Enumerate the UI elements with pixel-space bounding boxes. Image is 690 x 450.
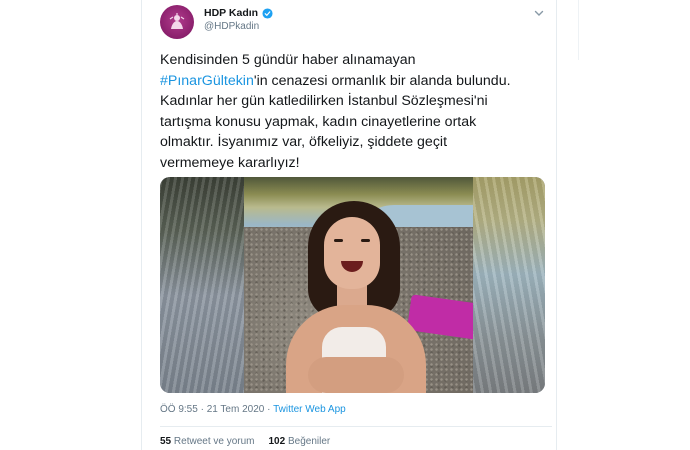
tweet-line: #PınarGültekin'in cenazesi ormanlık bir … bbox=[160, 71, 552, 92]
likes-count: 102 bbox=[268, 436, 286, 447]
tweet-line: Kendisinden 5 gündür haber alınamayan bbox=[160, 52, 416, 68]
author-name-row[interactable]: HDP Kadın bbox=[204, 7, 273, 19]
logo-icon bbox=[169, 13, 185, 29]
divider bbox=[160, 426, 552, 427]
tweet-time[interactable]: ÖÖ 9:55 bbox=[160, 404, 198, 415]
tweet-line-text: 'in cenazesi ormanlık bir alanda bulundu… bbox=[253, 72, 511, 89]
photo-image bbox=[244, 177, 473, 393]
photo-hands bbox=[308, 357, 404, 393]
retweets-stat[interactable]: 55 Retweet ve yorum bbox=[160, 436, 255, 447]
timeline-border-right bbox=[556, 0, 557, 450]
meta-separator: · bbox=[197, 404, 207, 415]
tweet[interactable]: HDP Kadın @HDPkadin Kendisinden 5 gündür… bbox=[142, 0, 556, 450]
photo-eye bbox=[361, 239, 370, 242]
meta-separator: · bbox=[264, 404, 274, 415]
photo-blur-left bbox=[160, 177, 244, 393]
retweets-count: 55 bbox=[160, 436, 172, 447]
display-name[interactable]: HDP Kadın bbox=[204, 7, 258, 19]
chevron-down-icon[interactable] bbox=[534, 8, 544, 18]
handle[interactable]: @HDPkadin bbox=[204, 21, 259, 32]
tweet-line: olmaktır. İsyanımız var, öfkeliyiz, şidd… bbox=[160, 134, 448, 150]
likes-stat[interactable]: 102 Beğeniler bbox=[269, 436, 331, 447]
tweet-line: Kadınlar her gün katledilirken İstanbul … bbox=[160, 93, 488, 109]
tweet-media-photo[interactable] bbox=[160, 177, 545, 393]
tweet-line: vermemeye kararlıyız! bbox=[160, 154, 300, 171]
tweet-stats: 55 Retweet ve yorum 102 Beğeniler bbox=[160, 436, 330, 447]
avatar[interactable] bbox=[160, 5, 194, 39]
hashtag-link[interactable]: #PınarGültekin bbox=[160, 73, 254, 89]
source-link[interactable]: Twitter Web App bbox=[273, 404, 346, 415]
side-panel-edge bbox=[578, 0, 579, 60]
verified-badge-icon bbox=[262, 7, 273, 19]
tweet-line: tartışma konusu yapmak, kadın cinayetler… bbox=[160, 113, 477, 130]
tweet-date[interactable]: 21 Tem 2020 bbox=[207, 404, 265, 415]
retweets-label: Retweet ve yorum bbox=[173, 436, 255, 447]
tweet-meta: ÖÖ 9:55 · 21 Tem 2020 · Twitter Web App bbox=[160, 404, 346, 415]
likes-label: Beğeniler bbox=[287, 436, 331, 447]
tweet-text: Kendisinden 5 gündür haber alınamayan #P… bbox=[160, 50, 552, 173]
photo-eye bbox=[334, 239, 343, 242]
photo-face bbox=[324, 217, 380, 289]
photo-blur-right bbox=[473, 177, 545, 393]
